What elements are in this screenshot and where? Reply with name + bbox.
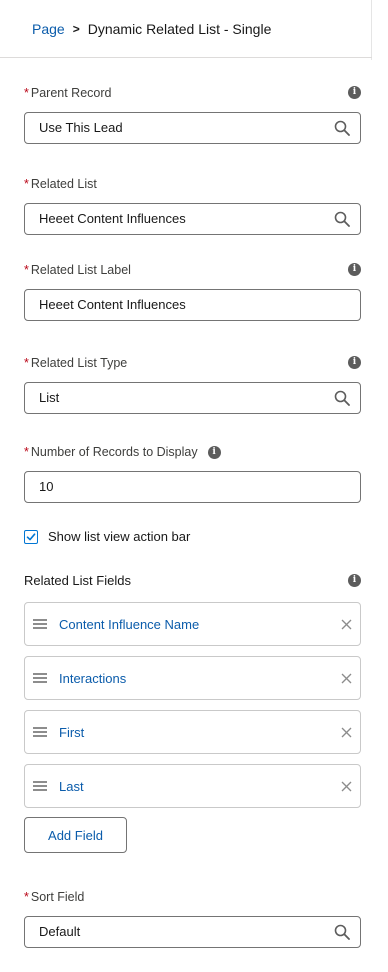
sort-field-label: * Sort Field	[24, 888, 361, 906]
drag-handle-icon[interactable]	[33, 673, 47, 683]
sort-field-input[interactable]: Default	[24, 916, 361, 948]
search-icon[interactable]	[334, 924, 350, 940]
checkmark-icon	[26, 532, 36, 540]
close-icon[interactable]	[341, 727, 352, 738]
related-list-field-label: Content Influence Name	[59, 616, 200, 632]
related-list-label-field: * Related List Label i Heeet Content Inf…	[24, 261, 361, 321]
related-list-field-item[interactable]: Interactions	[24, 656, 361, 700]
records-to-display-value: 10	[39, 479, 54, 494]
related-list-type-label: * Related List Type i	[24, 354, 361, 372]
related-list-label: * Related List	[24, 175, 361, 193]
related-list-field-label: First	[59, 724, 85, 740]
search-icon[interactable]	[334, 390, 350, 406]
parent-record-label-text: Parent Record	[30, 86, 112, 100]
records-to-display-label: * Number of Records to Display i	[24, 443, 361, 461]
required-mark: *	[24, 445, 29, 459]
info-icon[interactable]: i	[348, 263, 361, 276]
related-list-value: Heeet Content Influences	[39, 211, 186, 226]
sort-field-field: * Sort Field Default	[24, 888, 361, 948]
parent-record-input[interactable]: Use This Lead	[24, 112, 361, 144]
related-list-input[interactable]: Heeet Content Influences	[24, 203, 361, 235]
required-mark: *	[24, 177, 29, 191]
show-action-bar-row: Show list view action bar	[24, 529, 190, 544]
breadcrumb-current: Dynamic Related List - Single	[87, 20, 272, 37]
sort-field-label-text: Sort Field	[30, 890, 85, 904]
related-list-fields-title: Related List Fields i	[24, 572, 361, 590]
info-icon[interactable]: i	[207, 445, 221, 459]
info-icon[interactable]: i	[348, 356, 361, 369]
related-list-label-input[interactable]: Heeet Content Influences	[24, 289, 361, 321]
info-icon[interactable]: i	[348, 86, 361, 99]
related-list-type-value: List	[39, 390, 60, 405]
related-list-field-item[interactable]: Content Influence Name	[24, 602, 361, 646]
related-list-field-label: Interactions	[59, 670, 127, 686]
required-mark: *	[24, 356, 29, 370]
info-icon[interactable]: i	[348, 574, 361, 587]
parent-record-field: * Parent Record i Use This Lead	[24, 84, 361, 144]
breadcrumb-separator: >	[72, 21, 80, 36]
drag-handle-icon[interactable]	[33, 781, 47, 791]
related-list-field-item[interactable]: Last	[24, 764, 361, 808]
related-list-field-item[interactable]: First	[24, 710, 361, 754]
records-to-display-input[interactable]: 10	[24, 471, 361, 503]
related-list-fields-title-text: Related List Fields	[24, 573, 131, 588]
related-list-label-value: Heeet Content Influences	[39, 297, 186, 312]
required-mark: *	[24, 263, 29, 277]
properties-panel: Page > Dynamic Related List - Single * P…	[0, 0, 388, 972]
related-list-label-label: * Related List Label i	[24, 261, 361, 279]
close-icon[interactable]	[341, 673, 352, 684]
required-mark: *	[24, 890, 29, 904]
breadcrumb: Page > Dynamic Related List - Single	[0, 0, 372, 58]
add-field-button[interactable]: Add Field	[24, 817, 127, 853]
records-to-display-field: * Number of Records to Display i 10	[24, 443, 361, 503]
parent-record-label: * Parent Record i	[24, 84, 361, 102]
related-list-type-input[interactable]: List	[24, 382, 361, 414]
records-to-display-label-text: Number of Records to Display	[30, 445, 198, 459]
search-icon[interactable]	[334, 211, 350, 227]
drag-handle-icon[interactable]	[33, 619, 47, 629]
search-icon[interactable]	[334, 120, 350, 136]
close-icon[interactable]	[341, 619, 352, 630]
related-list-type-field: * Related List Type i List	[24, 354, 361, 414]
close-icon[interactable]	[341, 781, 352, 792]
related-list-label-text: Related List	[30, 177, 97, 191]
breadcrumb-page-link[interactable]: Page	[32, 21, 65, 37]
show-action-bar-label: Show list view action bar	[48, 529, 191, 544]
related-list-field: * Related List Heeet Content Influences	[24, 175, 361, 235]
related-list-type-label-text: Related List Type	[30, 356, 128, 370]
sort-field-value: Default	[39, 924, 81, 939]
required-mark: *	[24, 86, 29, 100]
drag-handle-icon[interactable]	[33, 727, 47, 737]
parent-record-value: Use This Lead	[39, 120, 123, 135]
related-list-field-label: Last	[59, 778, 84, 794]
show-action-bar-checkbox[interactable]	[24, 529, 38, 544]
related-list-label-label-text: Related List Label	[30, 263, 131, 277]
